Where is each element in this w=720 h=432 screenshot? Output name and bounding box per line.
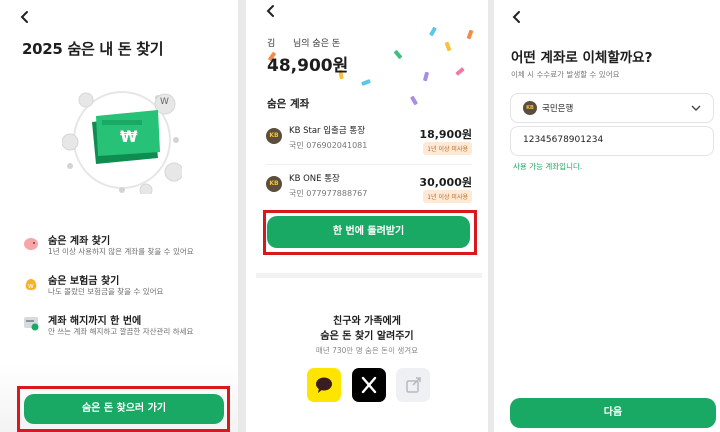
divider [266,164,472,165]
feature-desc: 1년 이상 사용하지 않은 계좌를 찾을 수 있어요 [48,247,194,256]
dormant-badge: 1년 이상 미사용 [423,142,472,155]
feature-title: 계좌 해지까지 한 번에 [48,316,142,327]
account-number-value: 12345678901234 [523,135,604,145]
back-button[interactable] [20,10,30,27]
kakaotalk-share-button[interactable] [307,368,341,402]
account-item[interactable]: KB KB Star 입출금 통장 국민 076902041081 18,900… [266,124,472,164]
confetti [455,67,465,76]
next-button[interactable]: 다음 [510,398,716,428]
account-number: 국민 076902041081 [289,141,368,150]
account-valid-message: 사용 가능 계좌입니다. [513,162,583,171]
account-number: 국민 077977888767 [289,189,368,198]
confetti [393,49,403,60]
account-item[interactable]: KB KB ONE 통장 국민 077977888767 30,000원 1년 … [266,172,472,212]
dormant-badge: 1년 이상 미사용 [423,190,472,203]
share-title-line1: 친구와 가족에게 [333,316,401,327]
page-title: 어떤 계좌로 이체할까요? [511,50,653,66]
confetti [422,71,430,82]
feature-title: 숨은 계좌 찾기 [48,236,111,247]
hidden-money-result-screen: 김 님의 숨은 돈 48,900원 숨은 계좌 KB KB Star 입출금 통… [246,0,488,432]
x-share-button[interactable] [352,368,386,402]
account-name: KB ONE 통장 [289,174,340,184]
money-bag-icon: w [22,274,40,292]
account-amount: 18,900원 [419,128,472,141]
share-subtitle: 매년 730만 명 숨은 돈이 생겨요 [315,346,419,355]
kb-bank-logo: KB [266,176,282,192]
feature-title: 숨은 보험금 찾기 [48,276,120,287]
section-divider [256,273,482,278]
back-button[interactable] [266,4,276,21]
link-share-button[interactable] [396,368,430,402]
speech-bubble-icon [316,377,332,393]
highlight-box [263,210,477,255]
confetti [361,79,371,86]
highlight-box [17,386,230,432]
back-button[interactable] [512,10,522,27]
feature-desc: 안 쓰는 계좌 해지하고 깔끔한 자산관리 하세요 [48,327,194,336]
card-list-icon [22,314,40,332]
share-link-icon [406,377,421,393]
coin-mark: W [160,97,169,107]
svg-text:w: w [28,282,34,290]
account-name: KB Star 입출금 통장 [289,126,366,136]
account-number-input[interactable]: 12345678901234 [510,126,714,156]
confetti [466,29,474,40]
confetti [410,95,418,106]
bank-select[interactable]: KB 국민은행 [510,93,714,123]
owner-prefix: 김 [267,39,276,49]
find-money-intro-screen: 2025 숨은 내 돈 찾기 W ₩ 숨은 계좌 찾기 1년 이상 사용하지 않… [0,0,238,432]
card-mark: ₩ [120,127,138,146]
page-subtitle: 이체 시 수수료가 발생할 수 있어요 [511,70,620,79]
owner-suffix: 님의 숨은 돈 [293,39,341,49]
piggy-bank-icon [22,234,40,252]
feature-desc: 나도 몰랐던 보험금을 찾을 수 있어요 [48,287,164,296]
bank-select-value: 국민은행 [542,104,574,114]
share-title-line2: 숨은 돈 찾기 알려주기 [320,331,414,342]
chevron-left-icon [512,11,520,23]
chevron-left-icon [20,11,28,23]
account-amount: 30,000원 [419,176,472,189]
x-logo-icon [361,376,377,394]
kb-bank-logo: KB [266,128,282,144]
chevron-down-icon [691,105,701,111]
confetti [444,41,452,52]
page-title: 2025 숨은 내 돈 찾기 [22,40,164,58]
section-title: 숨은 계좌 [267,98,310,110]
total-amount: 48,900원 [267,56,349,76]
select-transfer-account-screen: 어떤 계좌로 이체할까요? 이체 시 수수료가 발생할 수 있어요 KB 국민은… [494,0,720,432]
confetti [429,26,437,37]
kb-bank-logo: KB [523,101,537,115]
hero-illustration: W ₩ [61,86,184,197]
chevron-left-icon [266,5,274,17]
